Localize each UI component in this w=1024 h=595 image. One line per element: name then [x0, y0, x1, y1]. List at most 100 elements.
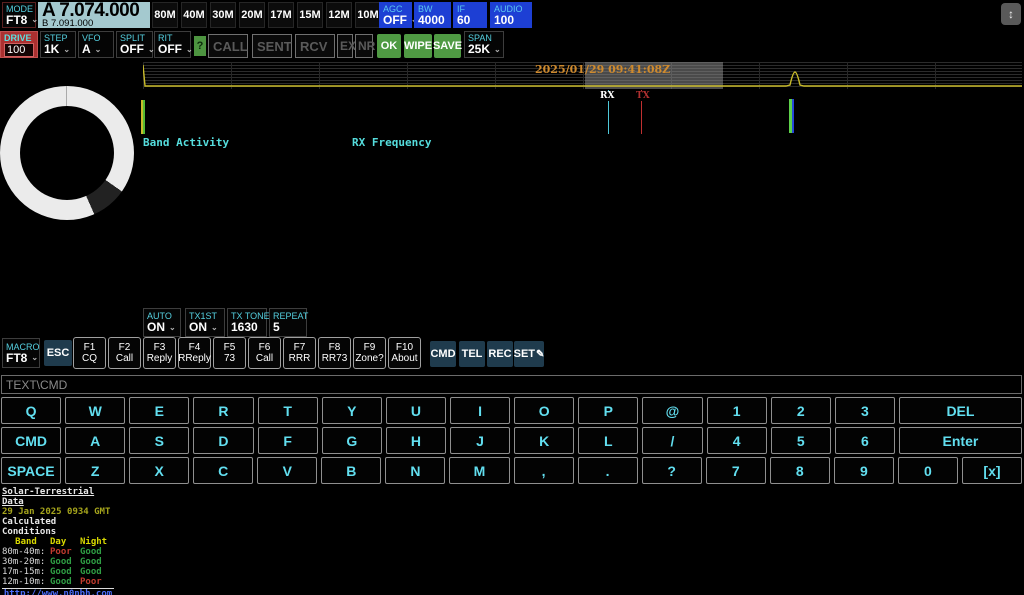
key-c[interactable]: C: [193, 457, 253, 484]
key-3[interactable]: 3: [835, 397, 895, 424]
ok-button[interactable]: OK: [377, 34, 401, 58]
esc-button[interactable]: ESC: [44, 340, 72, 366]
band-button-30m[interactable]: 30M: [210, 2, 236, 28]
key-i[interactable]: I: [450, 397, 510, 424]
span-select[interactable]: SPAN 25K⌄: [464, 31, 504, 58]
key-z[interactable]: Z: [65, 457, 125, 484]
call-field[interactable]: CALL: [208, 34, 248, 58]
band-button-17m[interactable]: 17M: [268, 2, 294, 28]
key-8[interactable]: 8: [770, 457, 830, 484]
key-4[interactable]: 4: [707, 427, 767, 454]
f5-73-button[interactable]: F573: [213, 337, 246, 369]
step-select[interactable]: STEP 1K⌄: [40, 31, 76, 58]
waterfall-area[interactable]: RX TX: [143, 89, 1022, 136]
key-t[interactable]: T: [258, 397, 318, 424]
key-g[interactable]: G: [322, 427, 382, 454]
f9-zone-button[interactable]: F9Zone?: [353, 337, 386, 369]
if-control[interactable]: IF 60: [453, 2, 487, 28]
key-6[interactable]: 6: [835, 427, 895, 454]
key-s[interactable]: S: [129, 427, 189, 454]
key-k[interactable]: K: [514, 427, 574, 454]
key-b[interactable]: B: [321, 457, 381, 484]
rit-select[interactable]: RIT OFF⌄: [154, 31, 191, 58]
f3-reply-button[interactable]: F3Reply: [143, 337, 176, 369]
band-button-12m[interactable]: 12M: [326, 2, 352, 28]
key-del[interactable]: DEL: [899, 397, 1022, 424]
f6-call-button[interactable]: F6Call: [248, 337, 281, 369]
key-2[interactable]: 2: [771, 397, 831, 424]
auto-select[interactable]: AUTO ON⌄: [143, 308, 181, 337]
ex-field[interactable]: EX: [337, 34, 353, 58]
command-input[interactable]: [1, 375, 1022, 394]
key-u[interactable]: U: [386, 397, 446, 424]
band-button-80m[interactable]: 80M: [152, 2, 178, 28]
frequency-display[interactable]: A 7.074.000 B 7.091.000: [38, 2, 150, 28]
sent-field[interactable]: SENT: [252, 34, 292, 58]
scroll-toggle-button[interactable]: ↕: [1001, 3, 1021, 25]
help-button[interactable]: ?: [194, 36, 206, 56]
wipe-button[interactable]: WIPE: [404, 34, 432, 58]
bandwidth-control[interactable]: BW 4000: [414, 2, 451, 28]
key-x[interactable]: X: [129, 457, 189, 484]
key-at[interactable]: @: [642, 397, 702, 424]
key-e[interactable]: E: [129, 397, 189, 424]
nr-field[interactable]: NR: [355, 34, 373, 58]
solar-website-link[interactable]: http://www.n0nbh.com: [2, 588, 114, 595]
tel-button[interactable]: TEL: [459, 341, 485, 367]
key-p[interactable]: P: [578, 397, 638, 424]
key-v[interactable]: V: [257, 457, 317, 484]
split-select[interactable]: SPLIT OFF⌄: [116, 31, 153, 58]
key-cmd[interactable]: CMD: [1, 427, 61, 454]
key-clear[interactable]: [x]: [962, 457, 1022, 484]
key-a[interactable]: A: [65, 427, 125, 454]
key-f[interactable]: F: [258, 427, 318, 454]
key-r[interactable]: R: [193, 397, 253, 424]
tx-tone-input[interactable]: TX TONE 1630: [227, 308, 267, 337]
key-space[interactable]: SPACE: [1, 457, 61, 484]
key-comma[interactable]: ,: [514, 457, 574, 484]
key-9[interactable]: 9: [834, 457, 894, 484]
audio-control[interactable]: AUDIO 100: [490, 2, 532, 28]
rec-button[interactable]: REC: [487, 341, 513, 367]
cmd-button[interactable]: CMD: [430, 341, 456, 367]
f2-call-button[interactable]: F2Call: [108, 337, 141, 369]
key-n[interactable]: N: [385, 457, 445, 484]
key-j[interactable]: J: [450, 427, 510, 454]
save-button[interactable]: SAVE: [434, 34, 461, 58]
key-period[interactable]: .: [578, 457, 638, 484]
tx1st-select[interactable]: TX1ST ON⌄: [185, 308, 225, 337]
f4-rreply-button[interactable]: F4RReply: [178, 337, 211, 369]
key-m[interactable]: M: [449, 457, 509, 484]
key-1[interactable]: 1: [707, 397, 767, 424]
band-button-20m[interactable]: 20M: [239, 2, 265, 28]
drive-value[interactable]: 100: [4, 43, 34, 57]
agc-select[interactable]: AGC OFF⌄: [379, 2, 412, 28]
key-5[interactable]: 5: [771, 427, 831, 454]
key-0[interactable]: 0: [898, 457, 958, 484]
key-slash[interactable]: /: [642, 427, 702, 454]
band-button-15m[interactable]: 15M: [297, 2, 323, 28]
macro-select[interactable]: MACRO FT8⌄: [2, 338, 40, 368]
key-7[interactable]: 7: [706, 457, 766, 484]
f7-rrr-button[interactable]: F7RRR: [283, 337, 316, 369]
vfo-select[interactable]: VFO A⌄: [78, 31, 114, 58]
key-w[interactable]: W: [65, 397, 125, 424]
key-o[interactable]: O: [514, 397, 574, 424]
key-y[interactable]: Y: [322, 397, 382, 424]
f10-about-button[interactable]: F10About: [388, 337, 421, 369]
mode-select[interactable]: MODE FT8⌄: [2, 2, 36, 28]
rcv-field[interactable]: RCV: [295, 34, 335, 58]
key-l[interactable]: L: [578, 427, 638, 454]
set-button[interactable]: SET ✎: [514, 341, 544, 367]
key-h[interactable]: H: [386, 427, 446, 454]
band-button-40m[interactable]: 40M: [181, 2, 207, 28]
f8-rr73-button[interactable]: F8RR73: [318, 337, 351, 369]
band-button-10m[interactable]: 10M: [355, 2, 381, 28]
key-question[interactable]: ?: [642, 457, 702, 484]
spectrum-display[interactable]: 2025/01/29 09:41:08Z: [143, 62, 1022, 89]
f1-cq-button[interactable]: F1CQ: [73, 337, 106, 369]
drive-control[interactable]: DRIVE 100: [0, 31, 38, 58]
repeat-input[interactable]: REPEAT 5: [269, 308, 307, 337]
key-d[interactable]: D: [193, 427, 253, 454]
key-enter[interactable]: Enter: [899, 427, 1022, 454]
